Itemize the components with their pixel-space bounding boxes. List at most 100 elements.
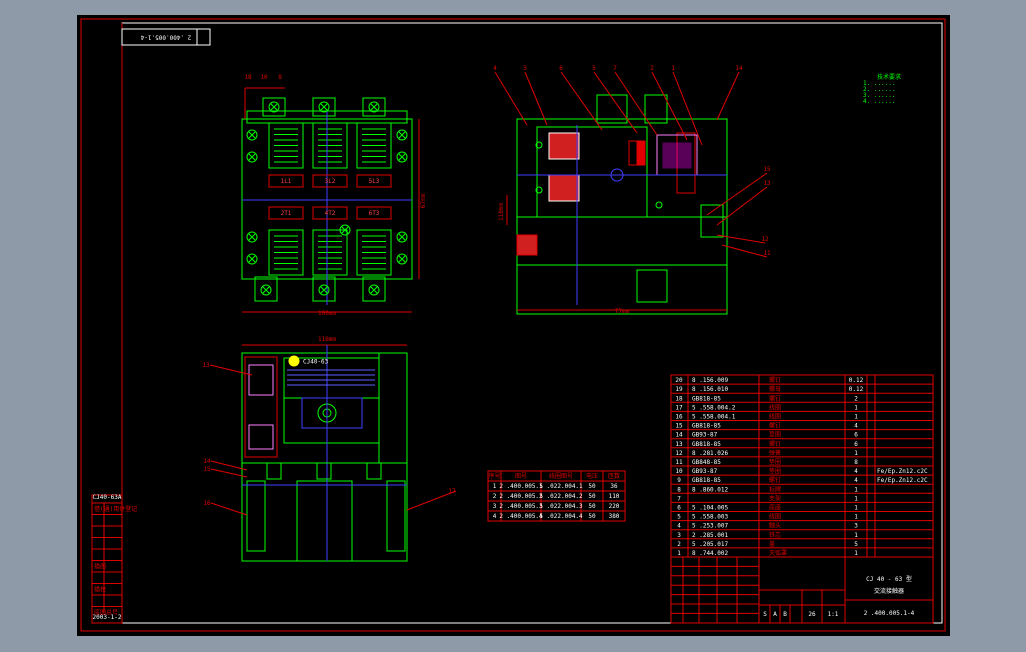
scale-value: 1:1 [828, 611, 839, 618]
parts-row-no: 16 [675, 414, 683, 421]
parts-row-no: 2 [677, 541, 681, 548]
note-line: 4. ...... [863, 98, 896, 105]
parts-row-qty: 1 [854, 514, 858, 521]
variant-cell: 2 .400.005.4 [499, 513, 543, 520]
parts-row-qty: 8 [854, 459, 858, 466]
variant-table: 序号 图号 线圈图号 电压 匝数 1 2 .400.005.15 .022.004.1 50 3… [487, 470, 626, 522]
parts-row-name: 底座 [769, 504, 781, 512]
callout-number: 15 [763, 166, 771, 173]
phase-label: 6T3 [369, 210, 380, 217]
side-strip-row: 底图总号 [94, 609, 118, 617]
variant-header: 图号 [515, 473, 527, 480]
parts-row-no: 5 [677, 514, 681, 521]
callout-number: 4 [493, 65, 497, 72]
parts-row-no: 19 [675, 386, 683, 393]
parts-row-name: 线圈 [769, 403, 781, 411]
callout-number: 14 [735, 65, 743, 72]
variant-cell: 50 [588, 513, 596, 520]
svg-text:67mm: 67mm [420, 193, 427, 208]
title-block: CJ 40 - 63 型 交流接触器 2 .400.005.1-4 S A B … [670, 556, 934, 624]
sheet-number: 26 [808, 611, 816, 618]
cad-viewport[interactable]: 2 .400.005.1-4 CJ40-63A 2003-1-2 借(通)用件登… [77, 15, 950, 636]
parts-row-no: 14 [675, 432, 683, 439]
parts-row-name: 标牌 [769, 485, 781, 493]
parts-row-name: 线圈 [769, 513, 781, 521]
stage-letter-b: B [783, 611, 787, 618]
variant-cell: 50 [588, 493, 596, 500]
parts-row-no: 20 [675, 377, 683, 384]
parts-row-name: 螺钉 [769, 394, 781, 402]
callout-number: 7 [613, 65, 617, 72]
parts-row-code: GB818-85 [692, 423, 721, 430]
variant-header: 线圈图号 [549, 472, 573, 480]
callout-number: 13 [202, 362, 210, 369]
parts-row-name: 线圈 [769, 413, 781, 421]
variant-cell: 50 [588, 483, 596, 490]
phase-label: 2T1 [281, 210, 292, 217]
parts-row-qty: 0.12 [849, 386, 864, 393]
side-view [506, 94, 728, 315]
callout-number: 5 [592, 65, 596, 72]
side-strip: CJ40-63A 2003-1-2 借(通)用件登记描图描校底图总号 [91, 494, 137, 624]
parts-row-note: Fe/Ep.Zn12.c2C [877, 468, 928, 475]
nameplate: CJ40-63 [287, 355, 375, 386]
parts-row-name: 触头 [769, 522, 781, 530]
variant-cell: 1 [493, 483, 497, 490]
parts-row-code: 5 .104.005 [692, 505, 729, 512]
parts-row-no: 18 [675, 395, 683, 402]
parts-row-code: 8 .156.010 [692, 386, 729, 393]
variant-cell: 5 .022.004.3 [539, 503, 583, 510]
phase-label: 4T2 [325, 210, 336, 217]
callout-number: 16 [203, 500, 211, 507]
parts-row-code: 8 .281.026 [692, 450, 729, 457]
parts-row-qty: 6 [854, 432, 858, 439]
parts-row-code: 8 .744.002 [692, 550, 729, 557]
parts-row-code: GB848-85 [692, 459, 721, 466]
parts-row-name: 螺钉 [769, 440, 781, 448]
parts-row-no: 12 [675, 450, 683, 457]
svg-text:2 .400.005.1-4: 2 .400.005.1-4 [140, 34, 191, 41]
parts-row-no: 17 [675, 404, 683, 411]
parts-row-name: 垫圈 [769, 458, 781, 466]
parts-row-no: 15 [675, 423, 683, 430]
callout-number: 10 [260, 74, 268, 81]
parts-row-note: Fe/Ep.Zn12.c2C [877, 477, 928, 484]
parts-row-qty: 1 [854, 486, 858, 493]
parts-row-qty: 0.12 [849, 377, 864, 384]
variant-cell: 36 [610, 483, 618, 490]
callout-number: 1 [671, 65, 675, 72]
parts-row-name: 螺钉 [769, 476, 781, 484]
variant-cell: 2 .400.005.2 [499, 493, 543, 500]
callout-number: 12 [761, 236, 769, 243]
parts-row-qty: 2 [854, 395, 858, 402]
svg-text:116mm: 116mm [318, 336, 336, 343]
parts-row-qty: 4 [854, 423, 858, 430]
drawing-subtitle: 交流接触器 [874, 587, 904, 595]
variant-cell: 2 .400.005.1 [499, 483, 543, 490]
callout-number: 13 [763, 180, 771, 187]
stage-letter-s: S [763, 611, 767, 618]
parts-row-name: 垫圈 [769, 467, 781, 475]
parts-row-qty: 1 [854, 414, 858, 421]
variant-cell: 50 [588, 503, 596, 510]
parts-row-code: 5 .253.007 [692, 523, 729, 530]
parts-row-code: 8 .156.009 [692, 377, 729, 384]
callout-number: 15 [203, 466, 211, 473]
parts-row-qty: 6 [854, 441, 858, 448]
parts-row-qty: 5 [854, 541, 858, 548]
callout-number: 17 [448, 488, 456, 495]
parts-row-code: 5 .558.004.2 [692, 404, 736, 411]
parts-row-no: 6 [677, 505, 681, 512]
callout-number: 3 [523, 65, 527, 72]
parts-row-code: GB818-85 [692, 441, 721, 448]
parts-row-code: GB818-85 [692, 395, 721, 402]
stage-letter-a: A [773, 611, 777, 618]
variant-cell: 5 .022.004.2 [539, 493, 583, 500]
parts-row-name: 灭弧罩 [769, 549, 787, 557]
parts-row-no: 1 [677, 550, 681, 557]
variant-header: 电压 [586, 472, 598, 480]
parts-row-no: 9 [677, 477, 681, 484]
svg-text:110mm: 110mm [498, 203, 505, 221]
parts-row-no: 7 [677, 495, 681, 502]
parts-row-code: GB93-87 [692, 432, 718, 439]
